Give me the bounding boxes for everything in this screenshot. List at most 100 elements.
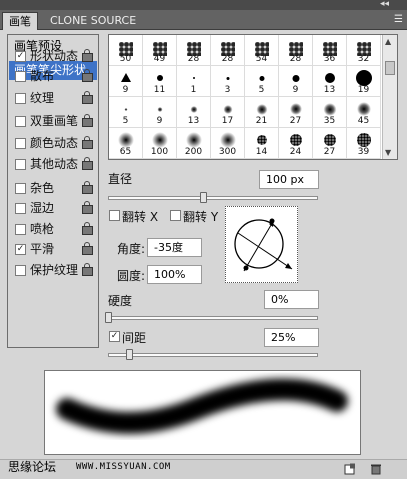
brush-tip-3-0[interactable]: 65 (109, 128, 143, 159)
setting-checkbox[interactable] (15, 71, 26, 82)
diameter-slider-track[interactable] (108, 196, 318, 200)
brush-tip-0-3[interactable]: 28 (211, 35, 245, 66)
brush-tip-1-3[interactable]: 3 (211, 66, 245, 97)
brush-tip-0-5[interactable]: 28 (279, 35, 313, 66)
setting-item-5[interactable]: 其他动态 (9, 155, 97, 174)
setting-item-1[interactable]: 散布 (9, 67, 97, 86)
grid-scrollbar[interactable]: ▲ ▼ (382, 35, 397, 159)
trash-icon[interactable] (370, 463, 382, 475)
brush-tip-3-1[interactable]: 100 (143, 128, 177, 159)
lock-icon[interactable] (82, 114, 93, 127)
setting-item-3[interactable]: 双重画笔 (9, 112, 97, 131)
roundness-field[interactable]: 100% (147, 265, 202, 284)
brush-tip-size: 5 (122, 116, 129, 126)
collapse-icon[interactable]: ◂◂ (380, 0, 389, 9)
setting-item-8[interactable]: 喷枪 (9, 220, 97, 239)
lock-icon[interactable] (82, 201, 93, 214)
setting-item-6[interactable]: 杂色 (9, 179, 97, 198)
new-preset-icon[interactable] (344, 463, 356, 475)
brush-tip-2-0[interactable]: 5 (109, 97, 143, 128)
spacing-field[interactable]: 25% (264, 328, 319, 347)
setting-item-7[interactable]: 湿边 (9, 199, 97, 218)
lock-icon[interactable] (82, 49, 93, 62)
brush-tip-2-7[interactable]: 45 (347, 97, 381, 128)
diameter-slider-thumb[interactable] (199, 192, 207, 203)
brush-tip-2-2[interactable]: 13 (177, 97, 211, 128)
setting-checkbox[interactable] (15, 138, 26, 149)
hardness-field[interactable]: 0% (264, 290, 319, 309)
setting-checkbox[interactable] (15, 224, 26, 235)
brush-tip-2-4[interactable]: 21 (245, 97, 279, 128)
scroll-down-icon[interactable]: ▼ (385, 148, 391, 157)
setting-checkbox[interactable] (15, 183, 26, 194)
scroll-up-icon[interactable]: ▲ (385, 37, 391, 46)
setting-item-0[interactable]: ✓ 形状动态 (9, 47, 97, 66)
brush-tip-3-6[interactable]: 27 (313, 128, 347, 159)
brush-tip-1-4[interactable]: 5 (245, 66, 279, 97)
brush-tip-2-6[interactable]: 35 (313, 97, 347, 128)
brush-tip-size: 21 (255, 116, 268, 126)
setting-checkbox[interactable]: ✓ (15, 244, 26, 255)
brush-tip-1-1[interactable]: 11 (143, 66, 177, 97)
scroll-thumb[interactable] (385, 61, 395, 75)
spacing-slider-thumb[interactable] (126, 349, 133, 360)
setting-checkbox[interactable] (15, 159, 26, 170)
diameter-label: 直径 (108, 172, 133, 186)
brush-tip-0-2[interactable]: 28 (177, 35, 211, 66)
brush-tip-1-7[interactable]: 19 (347, 66, 381, 97)
brush-tip-2-5[interactable]: 27 (279, 97, 313, 128)
setting-item-10[interactable]: 保护纹理 (9, 261, 97, 280)
brush-tip-size: 65 (119, 147, 132, 157)
lock-icon[interactable] (82, 242, 93, 255)
lock-icon[interactable] (82, 69, 93, 82)
flip-y-checkbox[interactable] (170, 210, 181, 221)
panel-menu-icon[interactable]: ☰ (394, 14, 403, 26)
brush-tip-icon (120, 73, 131, 82)
brush-tip-icon (356, 133, 371, 147)
setting-item-9[interactable]: ✓ 平滑 (9, 240, 97, 259)
brush-tip-0-7[interactable]: 32 (347, 35, 381, 66)
angle-field[interactable]: -35度 (147, 238, 202, 257)
setting-checkbox[interactable] (15, 203, 26, 214)
brush-tip-icon (289, 134, 302, 146)
lock-icon[interactable] (82, 136, 93, 149)
hardness-slider-track[interactable] (108, 316, 318, 320)
spacing-checkbox[interactable]: ✓ (109, 331, 120, 342)
brush-tip-1-2[interactable]: 1 (177, 66, 211, 97)
setting-item-2[interactable]: 纹理 (9, 89, 97, 108)
lock-icon[interactable] (82, 157, 93, 170)
brush-tip-2-3[interactable]: 17 (211, 97, 245, 128)
spacing-slider-track[interactable] (108, 353, 318, 357)
hardness-slider-thumb[interactable] (105, 312, 112, 323)
angle-roundness-widget[interactable] (225, 206, 298, 283)
tab-clone-source[interactable]: CLONE SOURCE (44, 12, 142, 30)
brush-tip-size: 27 (323, 147, 336, 157)
brush-tip-0-0[interactable]: 50 (109, 35, 143, 66)
lock-icon[interactable] (82, 91, 93, 104)
setting-checkbox[interactable] (15, 93, 26, 104)
brush-tip-1-5[interactable]: 9 (279, 66, 313, 97)
brush-tip-3-7[interactable]: 39 (347, 128, 381, 159)
brush-tip-3-5[interactable]: 24 (279, 128, 313, 159)
lock-icon[interactable] (82, 263, 93, 276)
brush-tip-icon (324, 73, 335, 83)
brush-tip-3-2[interactable]: 200 (177, 128, 211, 159)
lock-icon[interactable] (82, 222, 93, 235)
setting-checkbox[interactable] (15, 265, 26, 276)
setting-item-4[interactable]: 颜色动态 (9, 134, 97, 153)
brush-tip-0-6[interactable]: 36 (313, 35, 347, 66)
brush-tip-icon (157, 106, 162, 112)
brush-tip-1-0[interactable]: 9 (109, 66, 143, 97)
setting-checkbox[interactable] (15, 116, 26, 127)
brush-tip-0-4[interactable]: 54 (245, 35, 279, 66)
setting-checkbox[interactable]: ✓ (15, 51, 26, 62)
brush-tip-0-1[interactable]: 49 (143, 35, 177, 66)
brush-tip-3-4[interactable]: 14 (245, 128, 279, 159)
tab-brush[interactable]: 画笔 (2, 12, 38, 30)
lock-icon[interactable] (82, 181, 93, 194)
flip-x-checkbox[interactable] (109, 210, 120, 221)
diameter-field[interactable]: 100 px (259, 170, 319, 189)
brush-tip-1-6[interactable]: 13 (313, 66, 347, 97)
brush-tip-2-1[interactable]: 9 (143, 97, 177, 128)
brush-tip-3-3[interactable]: 300 (211, 128, 245, 159)
